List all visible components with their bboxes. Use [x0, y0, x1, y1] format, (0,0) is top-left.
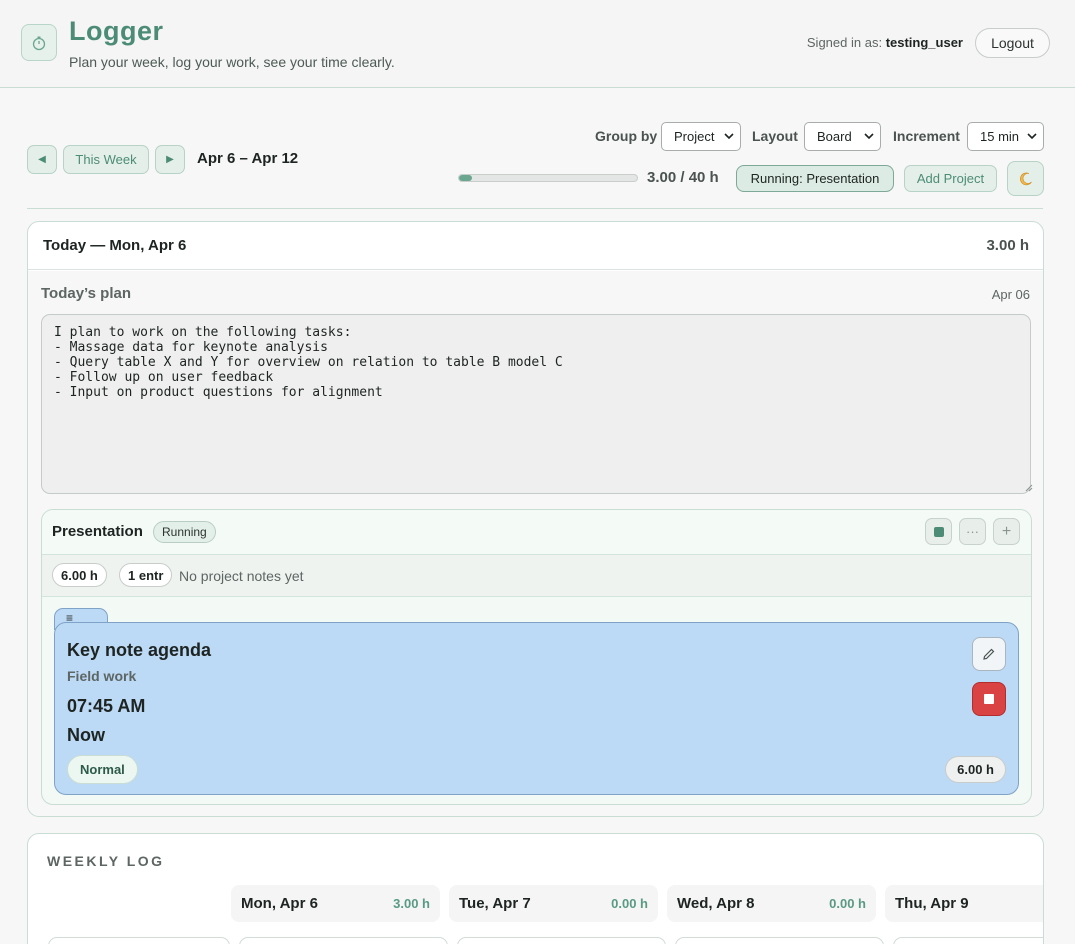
- weekly-log-card: WEEKLY LOG Mon, Apr 6 3.00 h Tue, Apr 7 …: [27, 833, 1044, 944]
- prev-week-button[interactable]: ◀: [27, 145, 57, 174]
- day-name: Wed, Apr 8: [677, 895, 755, 912]
- today-header: Today — Mon, Apr 6 3.00 h: [28, 222, 1043, 270]
- layout-select[interactable]: Board: [804, 122, 881, 151]
- time-entry-card[interactable]: Key note agenda Field work 07:45 AM Now …: [54, 622, 1019, 795]
- day-column-header: Wed, Apr 8 0.00 h: [667, 885, 876, 922]
- logout-button[interactable]: Logout: [975, 28, 1050, 58]
- layout-label: Layout: [752, 128, 798, 144]
- this-week-button[interactable]: This Week: [63, 145, 149, 174]
- day-name: Tue, Apr 7: [459, 895, 531, 912]
- plan-label: Today’s plan: [41, 285, 132, 302]
- app-title: Logger: [69, 16, 164, 46]
- increment-select[interactable]: 15 min: [967, 122, 1044, 151]
- day-hours: 0.00 h: [611, 896, 648, 911]
- day-column-header: Mon, Apr 6 3.00 h: [231, 885, 440, 922]
- weekly-progress-fill: [459, 175, 473, 181]
- today-hours: 3.00 h: [986, 237, 1029, 254]
- stopwatch-icon: [21, 24, 57, 61]
- weekly-progress-bar: [458, 174, 638, 182]
- add-project-button[interactable]: Add Project: [904, 165, 997, 192]
- project-entries-chip: 1 entr: [119, 563, 173, 587]
- week-range: Apr 6 – Apr 12: [197, 150, 299, 167]
- project-hours-chip: 6.00 h: [52, 563, 107, 587]
- theme-toggle-button[interactable]: [1007, 161, 1044, 196]
- stop-icon: [984, 694, 994, 704]
- weekly-cell[interactable]: [893, 937, 1043, 944]
- app-header: Logger Plan your week, log your work, se…: [0, 0, 1075, 88]
- weekly-cell[interactable]: [457, 937, 666, 944]
- username: testing_user: [885, 35, 963, 50]
- entry-hours: 6.00 h: [945, 756, 1006, 783]
- entry-category: Field work: [67, 668, 137, 684]
- app-tagline: Plan your week, log your work, see your …: [69, 54, 395, 70]
- today-body: Today’s plan Apr 06 I plan to work on th…: [28, 271, 1043, 816]
- increment-label: Increment: [893, 128, 960, 144]
- stop-project-button[interactable]: [925, 518, 952, 545]
- status-badge: Running: [153, 521, 216, 543]
- toolbar-divider: [27, 208, 1043, 209]
- signed-in-status: Signed in as: testing_user: [807, 35, 963, 50]
- pencil-icon: [983, 648, 995, 660]
- today-card: Today — Mon, Apr 6 3.00 h Today’s plan A…: [27, 221, 1044, 817]
- layout-value: Board: [817, 129, 852, 144]
- day-column-header: Thu, Apr 9: [885, 885, 1043, 922]
- stop-entry-button[interactable]: [972, 682, 1006, 716]
- today-title: Today — Mon, Apr 6: [43, 237, 187, 254]
- chevron-down-icon: [864, 133, 874, 140]
- project-header: Presentation Running ··· +: [42, 510, 1031, 555]
- group-by-select[interactable]: Project: [661, 122, 741, 151]
- project-notes[interactable]: No project notes yet: [179, 568, 304, 584]
- plan-textarea[interactable]: I plan to work on the following tasks: -…: [41, 314, 1031, 494]
- edit-entry-button[interactable]: [972, 637, 1006, 671]
- moon-icon: [1019, 172, 1032, 185]
- next-week-button[interactable]: ▶: [155, 145, 185, 174]
- day-name: Mon, Apr 6: [241, 895, 318, 912]
- day-hours: 0.00 h: [829, 896, 866, 911]
- weekly-cell[interactable]: [239, 937, 448, 944]
- weekly-cell[interactable]: [675, 937, 884, 944]
- more-options-button[interactable]: ···: [959, 518, 986, 545]
- entry-priority-tag: Normal: [67, 755, 138, 784]
- signed-in-label: Signed in as:: [806, 35, 883, 50]
- project-meta: 6.00 h 1 entr No project notes yet: [42, 555, 1031, 597]
- running-timer-pill[interactable]: Running: Presentation: [736, 165, 894, 192]
- entry-title: Key note agenda: [67, 640, 212, 660]
- project-name: Presentation: [52, 523, 143, 540]
- stop-icon: [933, 526, 944, 537]
- chevron-down-icon: [724, 133, 734, 140]
- entry-start-time: 07:45 AM: [67, 696, 146, 716]
- weekly-log-title: WEEKLY LOG: [47, 853, 165, 869]
- group-by-value: Project: [674, 129, 715, 144]
- plan-date: Apr 06: [991, 287, 1030, 302]
- increment-value: 15 min: [980, 129, 1020, 144]
- project-card: Presentation Running ··· + 6.00 h 1 entr…: [41, 509, 1032, 805]
- weekly-hours-total: 3.00 / 40 h: [647, 169, 719, 186]
- weekly-row-label: [48, 937, 230, 944]
- add-entry-button[interactable]: +: [993, 518, 1020, 545]
- day-hours: 3.00 h: [393, 896, 430, 911]
- entry-end-time: Now: [67, 725, 105, 745]
- chevron-down-icon: [1027, 133, 1037, 140]
- resize-grip-icon[interactable]: [1025, 484, 1033, 492]
- group-by-label: Group by: [595, 128, 658, 144]
- day-column-header: Tue, Apr 7 0.00 h: [449, 885, 658, 922]
- day-name: Thu, Apr 9: [895, 895, 969, 912]
